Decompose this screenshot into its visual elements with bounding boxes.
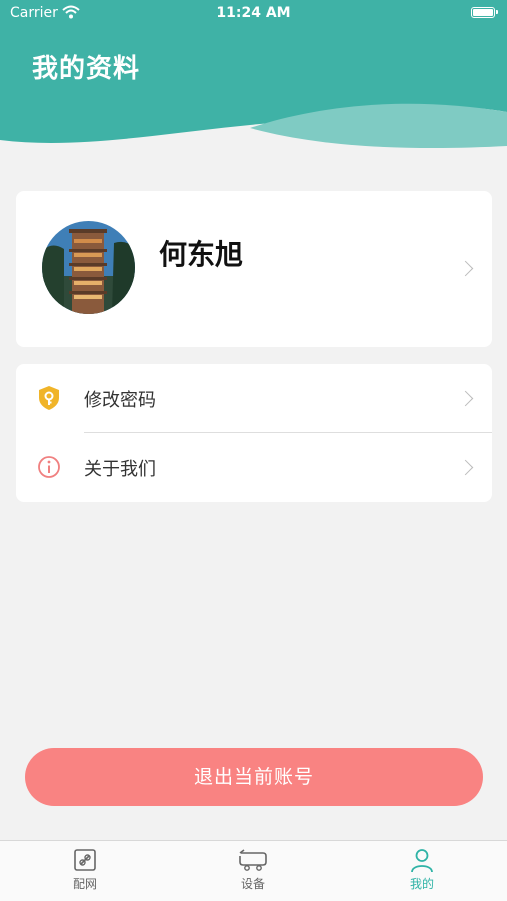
menu-card: 修改密码 关于我们 xyxy=(16,364,492,502)
menu-item-label: 修改密码 xyxy=(84,390,156,411)
device-icon xyxy=(203,847,303,873)
menu-item-about-us[interactable]: 关于我们 xyxy=(16,433,492,501)
tab-network[interactable]: 配网 xyxy=(35,847,135,899)
tab-devices[interactable]: 设备 xyxy=(203,847,303,899)
info-icon xyxy=(36,454,62,480)
username: 何东旭 xyxy=(159,238,244,271)
profile-card[interactable]: 何东旭 xyxy=(16,191,492,347)
logout-button[interactable]: 退出当前账号 xyxy=(25,748,483,806)
menu-item-change-password[interactable]: 修改密码 xyxy=(16,364,492,433)
tab-label: 配网 xyxy=(72,877,97,891)
edit-link-icon xyxy=(35,847,135,873)
chevron-right-icon xyxy=(457,459,474,476)
page-title: 我的资料 xyxy=(32,54,141,84)
tab-label: 设备 xyxy=(240,877,265,891)
user-icon xyxy=(372,847,472,873)
tab-label: 我的 xyxy=(409,877,434,891)
menu-item-label: 关于我们 xyxy=(84,459,156,480)
avatar[interactable] xyxy=(42,221,135,314)
shield-key-icon xyxy=(36,385,62,411)
battery-icon xyxy=(471,7,498,18)
status-bar: Carrier 11:24 AM xyxy=(0,0,507,28)
tab-bar: 配网 设备 我的 xyxy=(0,840,507,901)
chevron-right-icon xyxy=(457,260,474,277)
clock: 11:24 AM xyxy=(216,5,291,21)
tab-mine[interactable]: 我的 xyxy=(372,847,472,899)
chevron-right-icon xyxy=(457,390,474,407)
